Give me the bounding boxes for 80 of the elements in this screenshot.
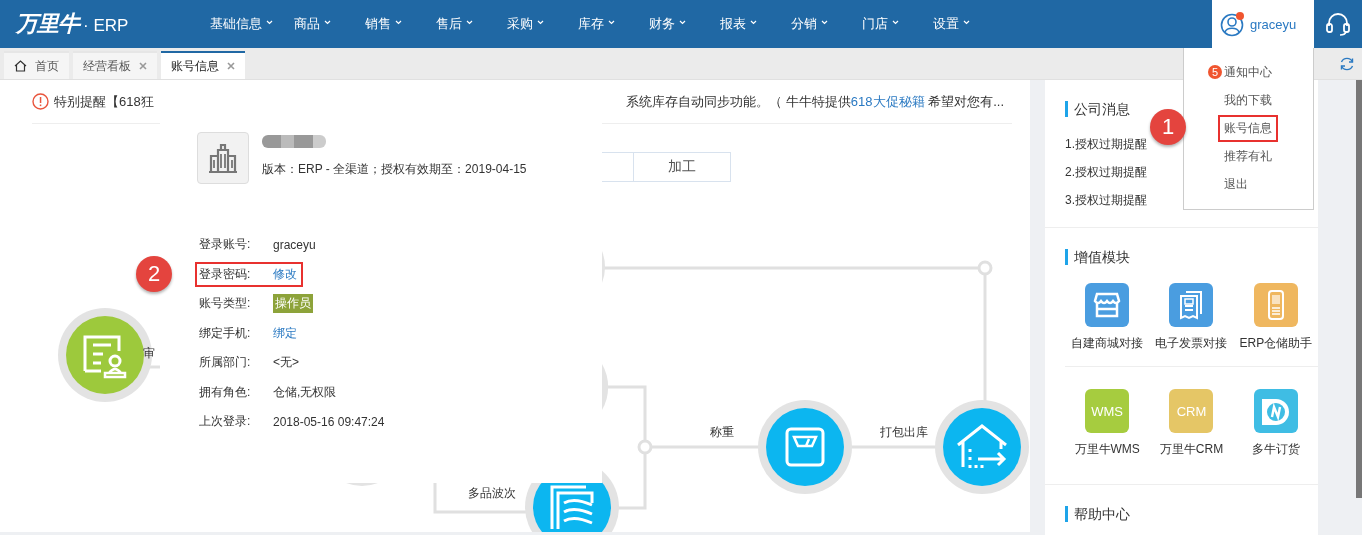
junction-dot [637,439,653,455]
nav-menu-item[interactable]: 门店 [862,0,912,48]
role-tag: 操作员 [273,294,313,314]
caret-icon [821,19,828,25]
version-text: 版本：ERP - 全渠道；授权有效期至：2019-04-15 [262,161,527,178]
module-shortcut[interactable]: 多牛订货 [1233,389,1318,458]
home-icon [14,60,27,72]
section-title: 增值模块 [1065,249,1318,265]
caret-icon [750,19,757,25]
page-tab[interactable]: 经营看板 [73,51,157,79]
field-value: graceyu [273,237,316,252]
module-shortcut[interactable]: 自建商城对接 [1065,283,1150,352]
junction-dot [977,260,993,276]
segment-tab[interactable]: 加工 [633,152,731,182]
field-link[interactable]: 修改 [273,265,297,283]
page-tab[interactable]: 首页 [4,51,69,79]
menu-item[interactable]: 通知中心 [1220,60,1276,84]
field-label: 所属部门: [199,354,252,372]
caret-icon [892,19,899,25]
field-value: <无> [273,354,299,372]
blurred-company-name [262,135,326,148]
module-logo: CRM [1169,389,1214,433]
building-icon [197,132,249,184]
node-label: 打包出库 [880,425,928,439]
caret-icon [466,19,473,25]
menu-item[interactable]: 退出 [1220,172,1252,196]
caret-icon [608,19,615,25]
menu-item[interactable]: 推荐有礼 [1220,144,1276,168]
warning-icon [32,93,49,110]
nav-menu-item[interactable]: 财务 [649,0,699,48]
nav-menu-item[interactable]: 售后 [436,0,486,48]
field-label: 登录密码: [199,265,252,283]
caret-icon [266,19,273,25]
caret-icon [963,19,970,25]
user-avatar-icon [1220,11,1246,37]
caret-icon [324,19,331,25]
scrollbar[interactable] [1356,80,1362,498]
user-menu-button[interactable]: graceyu [1212,0,1314,48]
notice-text: 系统库存自动同步功能。（ 牛牛特提供618大促秘籍 希望对您有... [626,92,1004,111]
node-edge [602,364,609,410]
caret-icon [395,19,402,25]
nav-menu-item[interactable]: 销售 [365,0,415,48]
menu-item[interactable]: 账号信息 [1220,116,1276,140]
count-badge: 5 [1208,65,1222,79]
module-shortcut[interactable]: WMS 万里牛WMS [1065,389,1150,458]
section-title: 帮助中心 [1065,506,1318,522]
nav-menu-item[interactable]: 采购 [507,0,557,48]
module-shortcut[interactable]: ERP仓储助手 [1233,283,1318,352]
node-label: 多品波次 [468,486,516,500]
nav-menu-item[interactable]: 设置 [933,0,983,48]
module-logo: WMS [1085,389,1130,433]
nav-menu-item[interactable]: 商品 [294,0,344,48]
logo-suffix: · ERP [83,16,129,36]
nav-menu-item[interactable]: 分销 [791,0,841,48]
node-label: 审 [143,346,155,360]
caret-icon [679,19,686,25]
field-link[interactable]: 绑定 [273,324,297,342]
logo-text: 万里牛 [16,10,79,38]
refresh-icon[interactable] [1339,56,1355,72]
module-shortcut[interactable]: CRM 万里牛CRM [1149,389,1234,458]
field-label: 账号类型: [199,295,252,313]
nav-menu-item[interactable]: 基础信息 [210,0,273,48]
promo-link[interactable]: 618大促秘籍 [850,93,925,109]
close-icon[interactable] [227,62,235,70]
close-icon[interactable] [139,62,147,70]
field-label: 绑定手机: [199,324,252,342]
field-value: 2018-05-16 09:47:24 [273,414,385,429]
nav-menu-item[interactable]: 库存 [578,0,628,48]
page-tab[interactable]: 账号信息 [161,51,245,79]
caret-icon [537,19,544,25]
scale-node[interactable] [758,400,852,494]
field-label: 拥有角色: [199,383,252,401]
module-shortcut[interactable]: 电子发票对接 [1149,283,1234,352]
notice-text: 特别提醒【618狂 [54,92,154,111]
nav-menu-item[interactable]: 报表 [720,0,770,48]
warehouse-node[interactable] [935,400,1029,494]
field-label: 登录账号: [199,236,252,254]
node-label: 称重 [710,425,734,439]
field-label: 上次登录: [199,413,252,431]
field-value: 仓储,无权限 [273,383,337,401]
